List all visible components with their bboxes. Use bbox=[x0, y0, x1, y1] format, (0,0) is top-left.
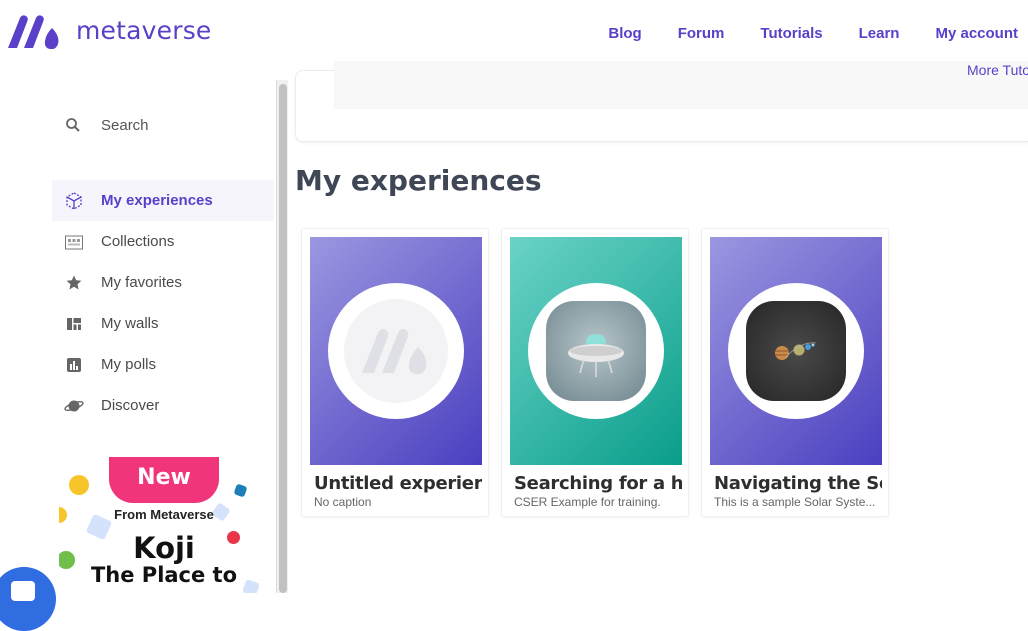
search-button[interactable]: Search bbox=[52, 105, 272, 145]
card-caption: This is a sample Solar Syste... bbox=[714, 495, 876, 509]
card-caption: CSER Example for training. bbox=[514, 495, 661, 509]
emoji-sticker bbox=[233, 483, 248, 498]
card-thumbnail bbox=[510, 237, 682, 465]
ufo-icon bbox=[568, 334, 624, 377]
nav-learn[interactable]: Learn bbox=[859, 25, 900, 42]
sidebar-item-label: Discover bbox=[101, 397, 160, 414]
collections-icon bbox=[52, 233, 96, 251]
metaverse-logo-icon[interactable] bbox=[6, 14, 64, 50]
sidebar-scrollbar-thumb[interactable] bbox=[279, 84, 287, 593]
emoji-sticker bbox=[69, 475, 89, 495]
promo-subline: The Place to bbox=[90, 563, 238, 587]
sidebar: Search My experiences Collections My fav… bbox=[0, 80, 276, 593]
sidebar-item-my-polls[interactable]: My polls bbox=[52, 344, 274, 385]
experience-card[interactable]: Navigating the Solar System This is a sa… bbox=[701, 228, 889, 517]
sidebar-item-label: My polls bbox=[101, 356, 157, 373]
search-label: Search bbox=[101, 116, 149, 134]
chat-button[interactable] bbox=[0, 567, 56, 631]
nav-my-account[interactable]: My account bbox=[935, 25, 1018, 42]
sidebar-item-my-experiences[interactable]: My experiences bbox=[52, 180, 274, 221]
card-title: Untitled experience bbox=[314, 473, 482, 494]
cube-icon bbox=[52, 191, 96, 211]
nav-forum[interactable]: Forum bbox=[678, 25, 725, 42]
sidebar-item-label: My experiences bbox=[101, 192, 213, 209]
main-nav: Blog Forum Tutorials Learn My account bbox=[572, 25, 1018, 42]
sidebar-item-label: Collections bbox=[101, 233, 175, 250]
experience-card[interactable]: Searching for a happy place CSER Example… bbox=[501, 228, 689, 517]
experience-card[interactable]: Untitled experience No caption bbox=[301, 228, 489, 517]
promo-from-text: From Metaverse bbox=[114, 507, 214, 522]
solar-system-image bbox=[746, 301, 846, 401]
koji-promo-banner[interactable]: New From Metaverse Koji The Place to bbox=[59, 457, 269, 593]
chat-icon bbox=[11, 581, 35, 601]
star-icon bbox=[52, 274, 96, 292]
sidebar-item-collections[interactable]: Collections bbox=[52, 221, 274, 262]
search-icon bbox=[52, 117, 94, 133]
ufo-image bbox=[546, 301, 646, 401]
solar-system-icon bbox=[775, 342, 817, 360]
metaverse-logo-placeholder-icon bbox=[344, 299, 448, 403]
tutorials-panel-inner bbox=[334, 61, 1028, 109]
brand-name[interactable]: metaverse bbox=[76, 16, 212, 45]
page-title: My experiences bbox=[295, 164, 542, 197]
planet-icon bbox=[52, 398, 96, 414]
promo-headline: Koji bbox=[133, 531, 195, 565]
more-tutorials-link[interactable]: More Tutorials bbox=[967, 62, 1028, 78]
sidebar-item-label: My walls bbox=[101, 315, 159, 332]
sidebar-menu: My experiences Collections My favorites … bbox=[52, 180, 274, 426]
card-thumbnail bbox=[310, 237, 482, 465]
card-thumbnail bbox=[710, 237, 882, 465]
sidebar-item-my-favorites[interactable]: My favorites bbox=[52, 262, 274, 303]
wall-grid-icon bbox=[52, 317, 96, 331]
sidebar-item-label: My favorites bbox=[101, 274, 182, 291]
tutorials-panel: More Tutorials bbox=[295, 61, 1028, 142]
poll-chart-icon bbox=[52, 357, 96, 373]
nav-tutorials[interactable]: Tutorials bbox=[760, 25, 822, 42]
sidebar-item-discover[interactable]: Discover bbox=[52, 385, 274, 426]
card-title: Searching for a happy place bbox=[514, 473, 682, 494]
card-caption: No caption bbox=[314, 495, 372, 509]
sidebar-item-my-walls[interactable]: My walls bbox=[52, 303, 274, 344]
nav-blog[interactable]: Blog bbox=[608, 25, 641, 42]
card-title: Navigating the Solar System bbox=[714, 473, 882, 494]
promo-new-badge: New bbox=[109, 457, 219, 503]
main-content: More Tutorials My experiences Untitled e… bbox=[288, 61, 1028, 593]
